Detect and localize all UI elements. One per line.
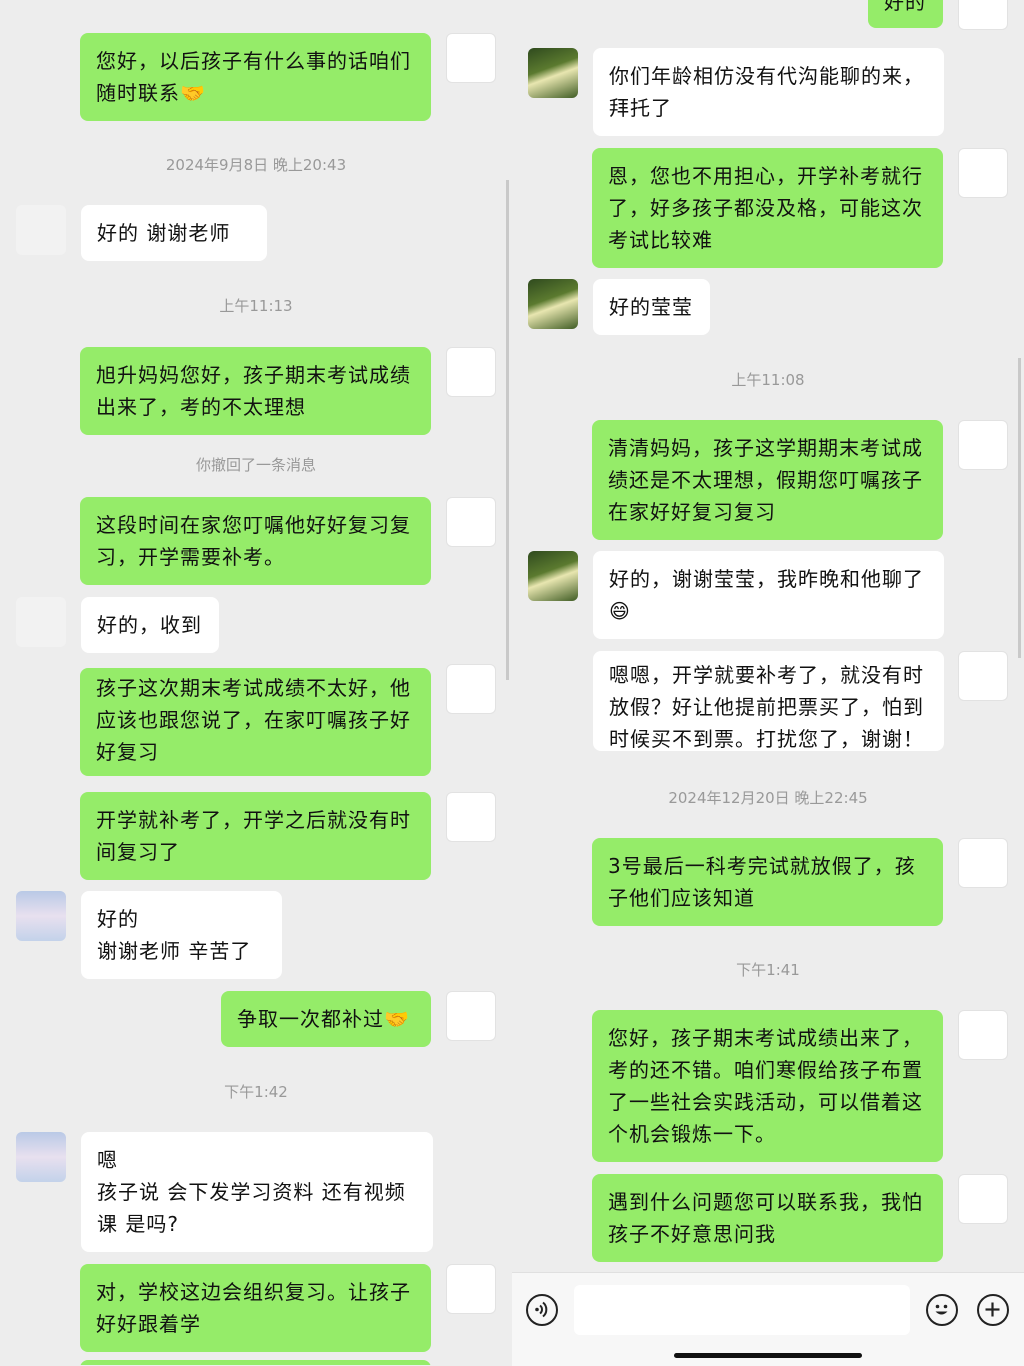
avatar[interactable] <box>958 1010 1008 1060</box>
avatar[interactable] <box>528 48 578 98</box>
avatar[interactable] <box>446 792 496 842</box>
timestamp: 上午11:13 <box>219 297 293 315</box>
scrollbar[interactable] <box>1018 358 1021 658</box>
message-bubble-sent[interactable]: 3号最后一科考完试就放假了，孩子他们应该知道 <box>592 838 943 926</box>
timestamp: 2024年9月8日 晚上20:43 <box>165 156 347 174</box>
message-input-bar <box>512 1272 1024 1366</box>
avatar[interactable] <box>958 420 1008 470</box>
avatar[interactable] <box>958 651 1008 701</box>
avatar[interactable] <box>446 991 496 1041</box>
message-input[interactable] <box>574 1285 910 1335</box>
message-bubble-sent[interactable]: 这段时间在家您叮嘱他好好复习复习，开学需要补考。 <box>80 497 431 585</box>
avatar[interactable] <box>446 347 496 397</box>
message-bubble-sent[interactable]: 恩，您也不用担心，开学补考就行了，好多孩子都没及格，可能这次考试比较难 <box>592 148 943 268</box>
avatar[interactable] <box>958 148 1008 198</box>
message-bubble-received[interactable]: 好的 谢谢老师 <box>81 205 267 261</box>
left-chat-panel: 您好，以后孩子有什么事的话咱们随时联系🤝 2024年9月8日 晚上20:43 好… <box>0 0 512 1365</box>
message-bubble-received[interactable]: 你们年龄相仿没有代沟能聊的来，拜托了 <box>593 48 944 136</box>
message-bubble-received[interactable]: 嗯嗯，开学就要补考了，就没有时放假？好让他提前把票买了，怕到时候买不到票。打扰您… <box>593 651 944 751</box>
message-bubble-sent[interactable]: 开学就补考了，开学之后就没有时间复习了 <box>80 792 431 880</box>
timestamp: 2024年12月20日 晚上22:45 <box>668 789 868 807</box>
message-bubble-sent[interactable]: 对，学校这边会组织复习。让孩子好好跟着学 <box>80 1264 431 1352</box>
avatar[interactable] <box>958 0 1008 30</box>
message-bubble-sent[interactable]: 好的 <box>868 0 943 28</box>
timestamp: 上午11:08 <box>731 371 805 389</box>
message-bubble-sent[interactable]: 旭升妈妈您好，孩子期末考试成绩出来了，考的不太理想 <box>80 347 431 435</box>
avatar[interactable] <box>528 279 578 329</box>
message-bubble-sent[interactable] <box>80 1360 431 1365</box>
timestamp: 下午1:41 <box>736 961 800 979</box>
message-bubble-sent[interactable]: 争取一次都补过🤝 <box>221 991 431 1047</box>
message-bubble-received[interactable]: 好的 谢谢老师 辛苦了 <box>81 891 282 979</box>
avatar[interactable] <box>16 891 66 941</box>
avatar[interactable] <box>446 33 496 83</box>
avatar[interactable] <box>16 597 66 647</box>
message-bubble-received[interactable]: 好的，谢谢莹莹，我昨晚和他聊了😄 <box>593 551 944 639</box>
avatar[interactable] <box>528 551 578 601</box>
avatar[interactable] <box>16 205 66 255</box>
home-indicator <box>674 1353 862 1358</box>
message-bubble-received[interactable]: 好的莹莹 <box>593 279 710 335</box>
voice-icon[interactable] <box>526 1294 558 1326</box>
avatar[interactable] <box>446 497 496 547</box>
message-bubble-sent[interactable]: 遇到什么问题您可以联系我，我怕孩子不好意思问我 <box>592 1174 943 1262</box>
avatar[interactable] <box>446 1264 496 1314</box>
message-bubble-received[interactable]: 嗯 孩子说 会下发学习资料 还有视频课 是吗? <box>81 1132 433 1252</box>
recall-notice: 你撤回了一条消息 <box>195 456 316 474</box>
plus-icon[interactable] <box>977 1294 1009 1326</box>
avatar[interactable] <box>958 1174 1008 1224</box>
avatar[interactable] <box>958 838 1008 888</box>
emoji-icon[interactable] <box>926 1294 958 1326</box>
scrollbar[interactable] <box>506 180 509 680</box>
avatar[interactable] <box>446 664 496 714</box>
timestamp: 下午1:42 <box>224 1083 288 1101</box>
avatar[interactable] <box>16 1132 66 1182</box>
message-bubble-sent[interactable]: 孩子这次期末考试成绩不太好，他应该也跟您说了，在家叮嘱孩子好好复习 <box>80 668 431 776</box>
right-chat-panel: 好的 你们年龄相仿没有代沟能聊的来，拜托了 恩，您也不用担心，开学补考就行了，好… <box>512 0 1024 1365</box>
message-bubble-received[interactable]: 好的，收到 <box>81 597 219 653</box>
message-bubble-sent[interactable]: 清清妈妈，孩子这学期期末考试成绩还是不太理想，假期您叮嘱孩子在家好好复习复习 <box>592 420 943 540</box>
message-bubble-sent[interactable]: 您好，孩子期末考试成绩出来了，考的还不错。咱们寒假给孩子布置了一些社会实践活动，… <box>592 1010 943 1162</box>
message-bubble-sent[interactable]: 您好，以后孩子有什么事的话咱们随时联系🤝 <box>80 33 431 121</box>
